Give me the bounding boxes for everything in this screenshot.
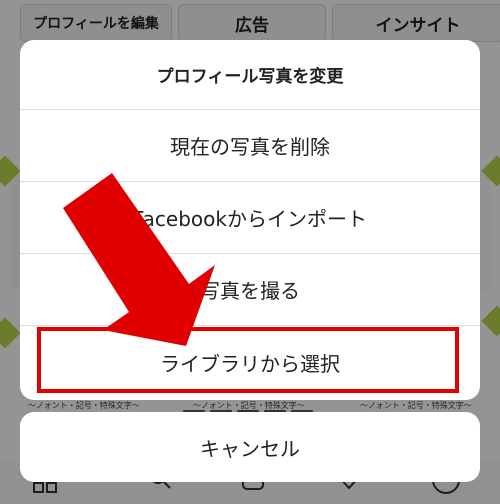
cancel-button[interactable]: キャンセル	[20, 412, 480, 482]
choose-from-library-option[interactable]: ライブラリから選択	[20, 326, 480, 398]
take-photo-option[interactable]: 写真を撮る	[20, 254, 480, 326]
sheet-title: プロフィール写真を変更	[20, 40, 480, 110]
import-from-facebook-option[interactable]: Facebookからインポート	[20, 182, 480, 254]
remove-current-photo-option[interactable]: 現在の写真を削除	[20, 110, 480, 182]
change-profile-photo-sheet: プロフィール写真を変更 現在の写真を削除 Facebookからインポート 写真を…	[20, 40, 480, 400]
